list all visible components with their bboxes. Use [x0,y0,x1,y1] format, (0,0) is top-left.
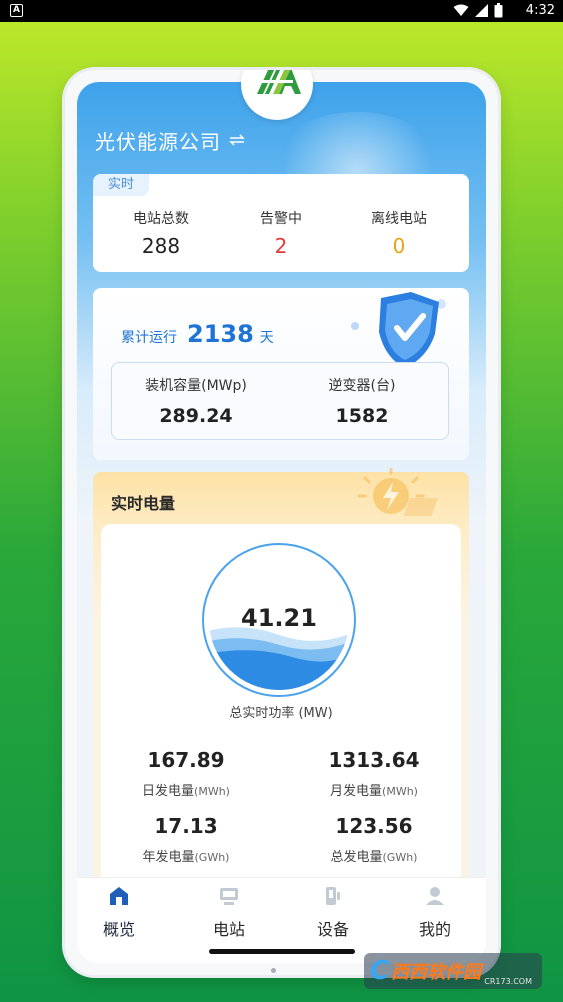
run-days-prefix: 累计运行 [121,330,177,346]
offline-count[interactable]: 离线电站 0 [339,208,459,258]
yearly-generation-label: 年发电量 [142,850,195,865]
inverter-count: 逆变器(台) 1582 [282,375,442,427]
daily-generation-value: 167.89 [147,748,225,772]
status-bar: A 4:32 [0,0,563,22]
company-title[interactable]: 光伏能源公司 [95,126,221,155]
nav-device[interactable]: 设备 [293,886,373,940]
watermark-logo-icon: C [370,956,390,986]
total-generation-label: 总发电量 [330,850,383,865]
daily-generation-label: 日发电量 [142,784,195,799]
yearly-generation-unit: (GWh) [194,851,230,864]
installed-capacity: 装机容量(MWp) 289.24 [116,375,276,427]
yearly-generation-value: 17.13 [154,814,218,838]
phone-frame-dot [271,968,276,973]
station-icon [220,888,238,905]
device-icon [326,887,340,905]
yearly-generation: 17.13 年发电量(GWh) [111,814,261,865]
daily-generation-unit: (MWh) [194,785,230,798]
capacity-box: 装机容量(MWp) 289.24 逆变器(台) 1582 [111,362,449,440]
bottom-nav: 概览 电站 设备 我的 [77,877,486,963]
monthly-generation-unit: (MWh) [382,785,418,798]
profile-icon [426,887,444,905]
installed-capacity-value: 289.24 [159,405,233,427]
inverter-value: 1582 [335,405,389,427]
signal-icon [475,4,488,17]
daily-generation: 167.89 日发电量(MWh) [111,748,261,799]
nav-station[interactable]: 电站 [189,886,269,940]
monthly-generation-label: 月发电量 [330,784,383,799]
battery-icon [494,3,503,18]
monthly-generation-value: 1313.64 [328,748,420,772]
power-title: 实时电量 [111,494,176,513]
total-power-value: 41.21 [241,604,317,632]
total-generation-value: 123.56 [335,814,413,838]
site-watermark: C 西西软件园 CR173.COM [364,953,542,989]
nav-device-label: 设备 [316,920,349,939]
stations-total-value: 288 [141,234,181,258]
watermark-text: 西西软件园 [391,962,482,983]
monthly-generation: 1313.64 月发电量(MWh) [299,748,449,799]
wifi-icon [453,4,469,16]
alarm-count[interactable]: 告警中 2 [221,208,341,258]
nav-station-label: 电站 [212,920,245,939]
stations-total-label: 电站总数 [133,211,189,227]
status-time: 4:32 [525,3,555,18]
run-days: 累计运行 2138 天 [121,320,274,348]
overview-icon [110,887,128,905]
nav-overview-label: 概览 [102,920,135,939]
app-screen: 光伏能源公司 实时 电站总数 288 告警中 2 离线电站 0 累计运行 213… [77,82,486,963]
offline-value: 0 [392,234,406,258]
total-power-label: 总实时功率 (MW) [229,706,333,721]
run-days-value: 2138 [187,320,254,348]
status-icons [453,3,503,18]
inverter-label: 逆变器(台) [328,378,396,394]
sun-icon [357,468,439,516]
nav-profile[interactable]: 我的 [395,886,475,940]
switch-company-icon[interactable] [229,134,245,146]
home-indicator[interactable] [209,949,355,954]
operation-card: 累计运行 2138 天 装机容量(MWp) 289.24 逆变器(台) 1582 [93,288,469,460]
phone-frame: 光伏能源公司 实时 电站总数 288 告警中 2 离线电站 0 累计运行 213… [65,70,498,975]
total-generation: 123.56 总发电量(GWh) [299,814,449,865]
realtime-tag: 实时 [93,174,149,196]
run-days-suffix: 天 [259,330,274,346]
installed-capacity-label: 装机容量(MWp) [145,378,247,394]
watermark-sub: CR173.COM [484,977,532,986]
alarm-label: 告警中 [260,211,302,227]
solar-logo-icon [253,70,301,94]
realtime-card: 实时 电站总数 288 告警中 2 离线电站 0 [93,174,469,272]
shield-icon [351,292,446,370]
alarm-value: 2 [274,234,288,258]
nav-profile-label: 我的 [418,920,451,939]
app-notification-icon: A [10,4,23,17]
nav-overview[interactable]: 概览 [79,886,159,940]
offline-label: 离线电站 [371,211,427,227]
total-generation-unit: (GWh) [382,851,418,864]
stations-total[interactable]: 电站总数 288 [101,208,221,258]
